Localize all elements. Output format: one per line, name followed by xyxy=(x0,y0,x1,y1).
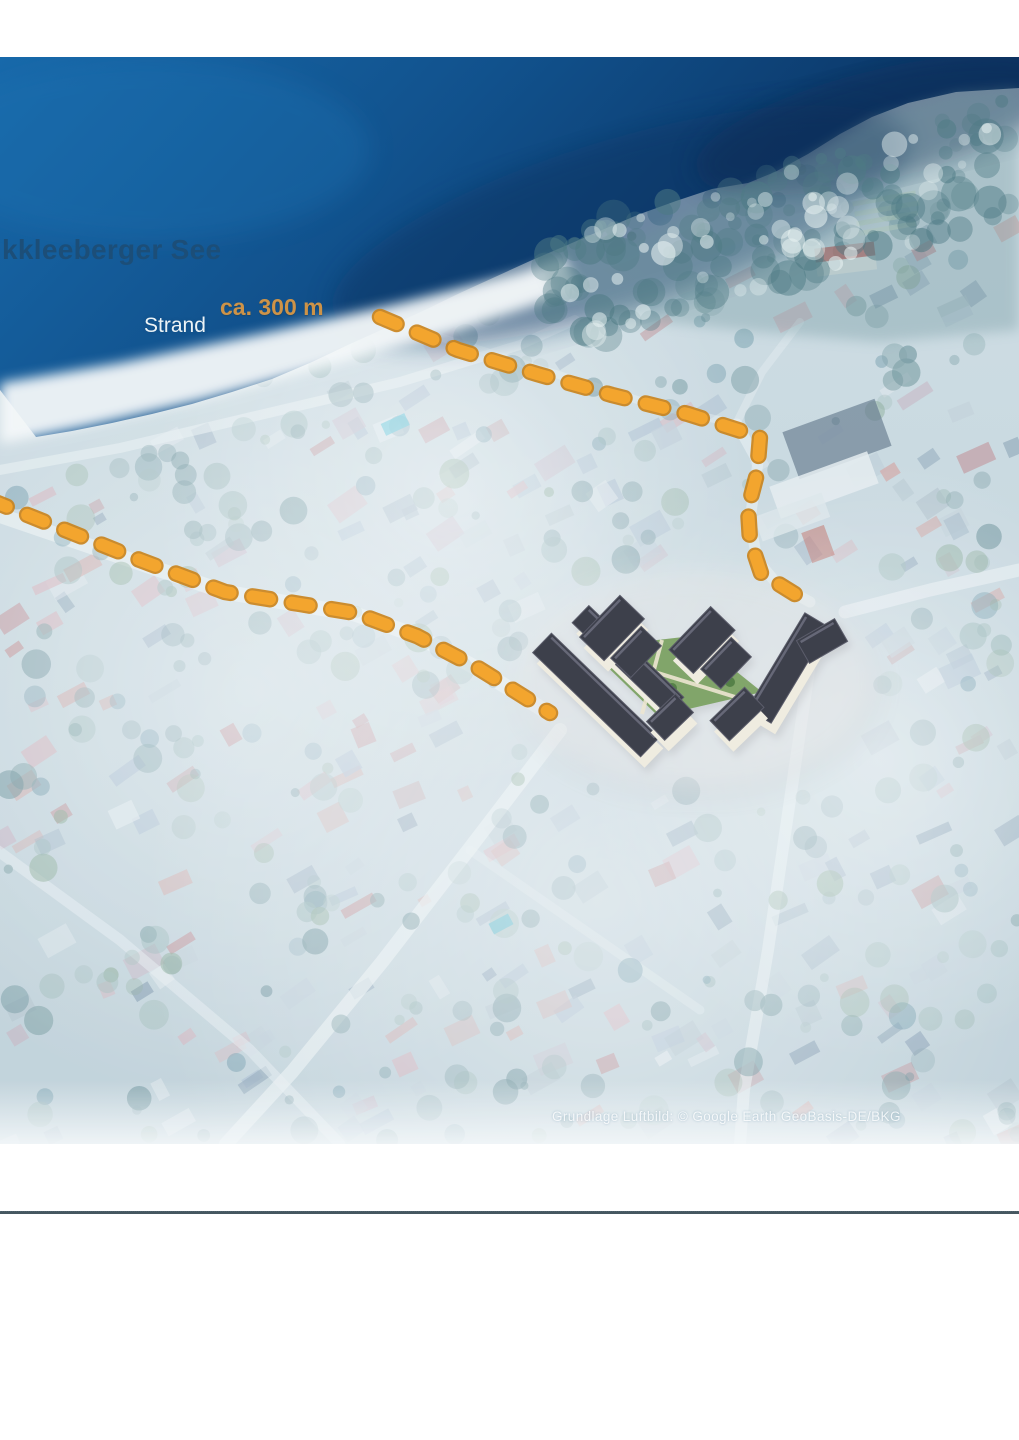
footer-rule xyxy=(0,1211,1019,1214)
aerial-photo xyxy=(0,57,1019,1144)
development-complex xyxy=(515,570,875,790)
aerial-scene xyxy=(0,57,1019,1144)
scanned-page: kkleeberger See Strand ca. 300 m Grundla… xyxy=(0,0,1019,1440)
